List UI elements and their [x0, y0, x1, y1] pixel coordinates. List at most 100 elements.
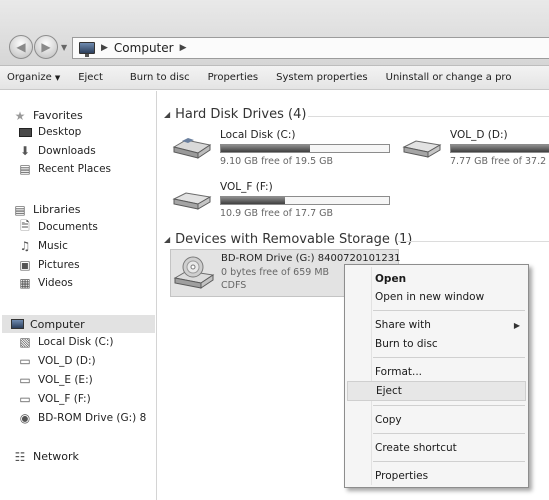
- menu-separator: [373, 310, 525, 311]
- nav-computer[interactable]: Computer: [2, 315, 155, 333]
- navigation-pane: ★ Favorites Desktop ⬇ Downloads ▤ Recent Pl…: [0, 91, 157, 500]
- organize-button[interactable]: Organize ▼: [0, 72, 69, 83]
- organize-label: Organize: [7, 72, 52, 83]
- menu-separator: [373, 357, 525, 358]
- burn-to-disc-button[interactable]: Burn to disc: [112, 72, 199, 83]
- breadcrumb-computer[interactable]: Computer: [114, 41, 174, 55]
- menu-separator: [373, 461, 525, 462]
- recent-pages-dropdown[interactable]: ▼: [61, 43, 67, 52]
- nav-vol-d-label: VOL_D (D:): [38, 355, 96, 367]
- context-menu: Open Open in new window Share with ▶ Bur…: [344, 264, 529, 488]
- network-icon: ☷: [14, 449, 26, 464]
- nav-downloads[interactable]: ⬇ Downloads: [18, 144, 96, 158]
- nav-recent-label: Recent Places: [38, 163, 112, 175]
- nav-libraries[interactable]: ▤ Libraries: [13, 202, 80, 217]
- properties-button[interactable]: Properties: [199, 72, 268, 83]
- libraries-icon: ▤: [14, 202, 26, 217]
- menu-open-new-window[interactable]: Open in new window: [345, 287, 528, 307]
- hard-disk-group-header[interactable]: ◢ Hard Disk Drives (4): [164, 107, 306, 122]
- nav-local-c-label: Local Disk (C:): [38, 336, 114, 348]
- menu-create-shortcut[interactable]: Create shortcut: [345, 438, 528, 458]
- pictures-icon: ▣: [19, 258, 31, 272]
- drive-usage-bar: [220, 196, 390, 205]
- drive-usage-fill: [221, 197, 285, 204]
- nav-vol-e-label: VOL_E (E:): [38, 374, 93, 386]
- star-icon: ★: [14, 108, 26, 123]
- removable-group-title: Devices with Removable Storage (1): [175, 232, 413, 247]
- nav-favorites-label: Favorites: [33, 109, 83, 122]
- nav-computer-label: Computer: [30, 317, 85, 331]
- nav-network[interactable]: ☷ Network: [13, 449, 79, 464]
- hard-disk-group-title: Hard Disk Drives (4): [175, 107, 307, 122]
- menu-separator: [373, 433, 525, 434]
- back-button[interactable]: ◀: [9, 35, 33, 59]
- menu-format[interactable]: Format...: [345, 362, 528, 382]
- nav-videos[interactable]: ▦ Videos: [18, 276, 73, 290]
- recent-places-icon: ▤: [19, 162, 31, 176]
- bd-rom-filesystem: CDFS: [221, 280, 247, 291]
- group-divider: [308, 116, 549, 117]
- collapse-triangle-icon[interactable]: ◢: [164, 110, 170, 119]
- command-toolbar: Organize ▼ Eject Burn to disc Properties …: [0, 66, 549, 90]
- drive-icon: ▭: [19, 392, 31, 406]
- nav-pictures-label: Pictures: [38, 259, 80, 271]
- nav-videos-label: Videos: [38, 277, 73, 289]
- menu-burn-to-disc[interactable]: Burn to disc: [345, 334, 528, 354]
- menu-separator: [373, 405, 525, 406]
- drive-usage-fill: [221, 145, 311, 152]
- videos-icon: ▦: [19, 276, 31, 290]
- system-drive-icon: [172, 138, 212, 159]
- menu-open[interactable]: Open: [345, 269, 528, 289]
- computer-icon: [10, 318, 24, 330]
- drive-icon: ▭: [19, 354, 31, 368]
- computer-icon: [79, 42, 95, 57]
- downloads-icon: ⬇: [19, 144, 31, 158]
- menu-share-with[interactable]: Share with ▶: [345, 315, 528, 335]
- nav-music[interactable]: ♫ Music: [18, 239, 68, 253]
- arrow-left-icon: ◀: [16, 40, 26, 54]
- forward-button[interactable]: ▶: [34, 35, 58, 59]
- drive-name: VOL_F (F:): [220, 181, 273, 193]
- address-bar[interactable]: ▶ Computer ▶: [72, 37, 549, 59]
- nav-music-label: Music: [38, 240, 68, 252]
- menu-properties[interactable]: Properties: [345, 466, 528, 486]
- desktop-icon: [18, 126, 32, 138]
- nav-vol-e[interactable]: ▭ VOL_E (E:): [18, 373, 93, 387]
- nav-vol-d[interactable]: ▭ VOL_D (D:): [18, 354, 96, 368]
- system-properties-button[interactable]: System properties: [267, 72, 377, 83]
- nav-local-disk-c[interactable]: ▧ Local Disk (C:): [18, 335, 114, 349]
- system-drive-icon: ▧: [19, 335, 31, 349]
- nav-pictures[interactable]: ▣ Pictures: [18, 258, 80, 272]
- nav-vol-f-label: VOL_F (F:): [38, 393, 91, 405]
- menu-share-with-label: Share with: [375, 319, 431, 331]
- drive-free-space: 10.9 GB free of 17.7 GB: [220, 208, 334, 219]
- nav-network-label: Network: [33, 450, 79, 463]
- drive-usage-fill: [451, 145, 549, 152]
- documents-icon: 🗎: [20, 218, 30, 233]
- collapse-triangle-icon[interactable]: ◢: [164, 235, 170, 244]
- nav-recent-places[interactable]: ▤ Recent Places: [18, 162, 112, 176]
- nav-downloads-label: Downloads: [38, 145, 96, 157]
- nav-vol-f[interactable]: ▭ VOL_F (F:): [18, 392, 91, 406]
- arrow-right-icon: ▶: [41, 40, 51, 54]
- menu-copy[interactable]: Copy: [345, 410, 528, 430]
- breadcrumb-separator-icon[interactable]: ▶: [101, 43, 108, 53]
- nav-documents[interactable]: 🗎 Documents: [18, 218, 98, 234]
- bd-rom-free-space: 0 bytes free of 659 MB: [221, 267, 330, 278]
- optical-drive-icon: ◉: [19, 411, 31, 425]
- drive-name: Local Disk (C:): [220, 129, 296, 141]
- optical-drive-icon: [173, 256, 215, 289]
- chevron-down-icon: ▼: [54, 74, 61, 82]
- eject-toolbar-button[interactable]: Eject: [69, 72, 112, 83]
- breadcrumb-chevron-icon[interactable]: ▶: [180, 43, 187, 53]
- menu-eject[interactable]: Eject: [347, 381, 526, 401]
- removable-group-header[interactable]: ◢ Devices with Removable Storage (1): [164, 232, 412, 247]
- uninstall-button[interactable]: Uninstall or change a pro: [377, 72, 521, 83]
- nav-desktop[interactable]: Desktop: [18, 126, 81, 138]
- submenu-arrow-icon: ▶: [513, 320, 520, 330]
- nav-bdrom-label: BD-ROM Drive (G:) 8: [38, 412, 147, 424]
- drive-usage-bar: [450, 144, 549, 153]
- nav-bd-rom[interactable]: ◉ BD-ROM Drive (G:) 8: [18, 411, 147, 425]
- nav-favorites[interactable]: ★ Favorites: [13, 108, 83, 123]
- music-icon: ♫: [19, 239, 31, 253]
